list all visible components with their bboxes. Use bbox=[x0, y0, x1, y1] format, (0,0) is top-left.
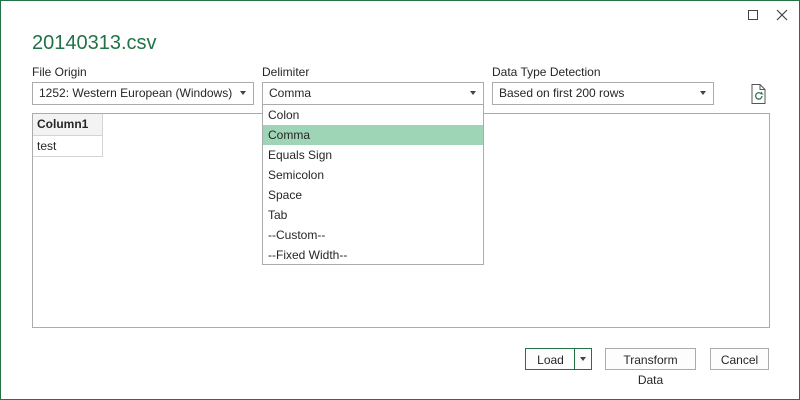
delimiter-option-comma[interactable]: Comma bbox=[263, 125, 483, 145]
maximize-button[interactable] bbox=[741, 5, 765, 25]
cancel-button[interactable]: Cancel bbox=[710, 348, 769, 370]
delimiter-option-equals-sign[interactable]: Equals Sign bbox=[263, 145, 483, 165]
delimiter-value: Comma bbox=[269, 86, 312, 100]
maximize-icon bbox=[748, 10, 758, 20]
file-origin-select[interactable]: 1252: Western European (Windows) bbox=[32, 82, 254, 105]
chevron-down-icon bbox=[700, 91, 706, 95]
load-options-button[interactable] bbox=[574, 348, 592, 370]
dialog-title: 20140313.csv bbox=[32, 32, 157, 54]
data-type-detection-select[interactable]: Based on first 200 rows bbox=[492, 82, 714, 105]
transform-data-button[interactable]: Transform Data bbox=[605, 348, 696, 387]
table-cell: test bbox=[33, 135, 103, 157]
delimiter-option-space[interactable]: Space bbox=[263, 185, 483, 205]
table-row: test bbox=[33, 135, 103, 157]
delimiter-option-semicolon[interactable]: Semicolon bbox=[263, 165, 483, 185]
file-origin-value: 1252: Western European (Windows) bbox=[39, 86, 233, 100]
data-type-detection-value: Based on first 200 rows bbox=[499, 86, 625, 100]
delimiter-dropdown-list: Colon Comma Equals Sign Semicolon Space … bbox=[262, 104, 484, 265]
chevron-down-icon bbox=[240, 91, 246, 95]
delimiter-option-tab[interactable]: Tab bbox=[263, 205, 483, 225]
import-dialog: 20140313.csv File Origin 1252: Western E… bbox=[0, 0, 800, 400]
delimiter-select[interactable]: Comma bbox=[262, 82, 484, 105]
refresh-document-icon[interactable] bbox=[749, 83, 769, 105]
chevron-down-icon bbox=[580, 357, 586, 361]
close-button[interactable] bbox=[769, 3, 795, 27]
delimiter-option-colon[interactable]: Colon bbox=[263, 105, 483, 125]
preview-table: Column1 test bbox=[33, 114, 103, 157]
delimiter-option-fixed-width[interactable]: --Fixed Width-- bbox=[263, 245, 483, 265]
close-icon bbox=[776, 9, 788, 21]
delimiter-label: Delimiter bbox=[262, 65, 310, 79]
delimiter-option-custom[interactable]: --Custom-- bbox=[263, 225, 483, 245]
data-type-detection-label: Data Type Detection bbox=[492, 65, 601, 79]
column-header: Column1 bbox=[33, 114, 103, 136]
table-header-row: Column1 bbox=[33, 114, 103, 136]
file-origin-label: File Origin bbox=[32, 65, 87, 79]
load-button[interactable]: Load bbox=[525, 348, 575, 370]
chevron-down-icon bbox=[470, 91, 476, 95]
